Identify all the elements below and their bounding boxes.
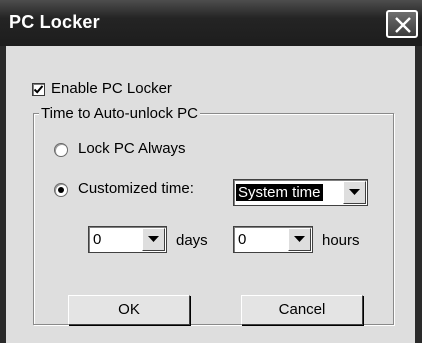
customized-time-radio[interactable] bbox=[54, 183, 68, 197]
time-source-dropdown-button[interactable] bbox=[343, 181, 366, 204]
window-title: PC Locker bbox=[9, 12, 100, 32]
time-source-dropdown[interactable]: System time bbox=[233, 179, 368, 206]
checkmark-icon bbox=[33, 85, 44, 94]
hours-dropdown[interactable]: 0 bbox=[233, 226, 313, 253]
enable-pc-locker-label[interactable]: Enable PC Locker bbox=[51, 80, 172, 97]
chevron-down-icon bbox=[294, 236, 305, 242]
close-icon bbox=[395, 17, 411, 33]
hours-dropdown-button[interactable] bbox=[288, 228, 311, 251]
cancel-button[interactable]: Cancel bbox=[241, 295, 363, 325]
days-dropdown[interactable]: 0 bbox=[88, 226, 167, 253]
hours-unit-label: hours bbox=[322, 232, 360, 249]
ok-button[interactable]: OK bbox=[68, 295, 190, 325]
close-button[interactable] bbox=[386, 10, 418, 38]
hours-value: 0 bbox=[238, 231, 247, 248]
time-source-value: System time bbox=[236, 184, 323, 201]
lock-pc-always-label[interactable]: Lock PC Always bbox=[78, 140, 186, 157]
customized-time-label[interactable]: Customized time: bbox=[78, 180, 194, 197]
chevron-down-icon bbox=[148, 236, 159, 242]
pc-locker-dialog: PC Locker Enable PC Locker Time to Auto-… bbox=[0, 0, 422, 343]
chevron-down-icon bbox=[349, 189, 360, 195]
enable-pc-locker-checkbox[interactable] bbox=[32, 83, 45, 96]
lock-pc-always-radio[interactable] bbox=[54, 143, 68, 157]
auto-unlock-group-title: Time to Auto-unlock PC bbox=[39, 105, 201, 122]
days-dropdown-button[interactable] bbox=[142, 228, 165, 251]
days-unit-label: days bbox=[176, 232, 208, 249]
dialog-content: Enable PC Locker Time to Auto-unlock PC … bbox=[6, 46, 415, 343]
window-frame-right bbox=[415, 46, 422, 343]
days-value: 0 bbox=[93, 231, 102, 248]
radio-selected-dot bbox=[58, 187, 64, 193]
title-bar[interactable]: PC Locker bbox=[0, 0, 422, 46]
